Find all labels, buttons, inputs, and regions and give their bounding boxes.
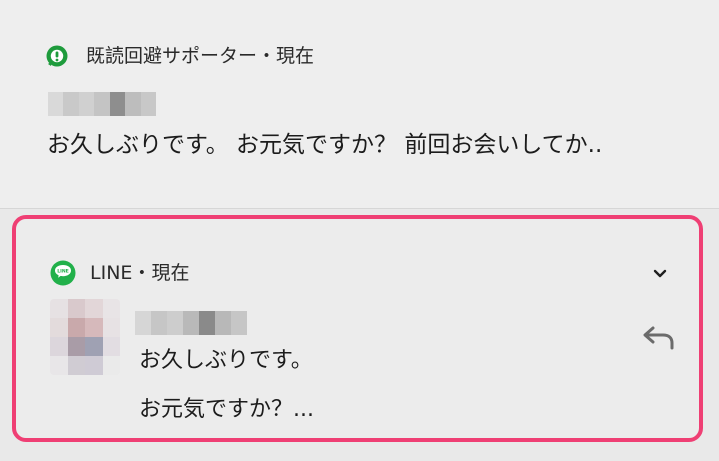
app-name: LINE: [90, 262, 133, 284]
timestamp: 現在: [276, 45, 315, 67]
reply-icon[interactable]: [641, 322, 677, 352]
notification-kidoku-support[interactable]: 既読回避サポーター・現在 お久しぶりです。 お元気ですか？ 前回お会いしてか..: [0, 0, 719, 209]
header-separator: ・: [257, 45, 277, 67]
svg-text:LINE: LINE: [57, 269, 69, 275]
message-line-1: お久しぶりです。: [139, 348, 313, 373]
notification-header: LINE・現在: [90, 260, 189, 286]
blurred-sender-name: [48, 92, 156, 116]
app-name: 既読回避サポーター: [86, 45, 258, 67]
blurred-sender-name: [135, 311, 247, 335]
chevron-down-icon[interactable]: [649, 263, 671, 285]
notification-message: お久しぶりです。 お元気ですか？ 前回お会いしてか..: [47, 132, 603, 158]
notification-header: 既読回避サポーター・現在: [86, 43, 314, 69]
notification-line[interactable]: LINE LINE・現在 お久しぶりです。 お元気ですか？...: [12, 215, 703, 442]
timestamp: 現在: [151, 262, 190, 284]
header-separator: ・: [132, 262, 152, 284]
line-app-icon: LINE: [50, 260, 76, 286]
blurred-avatar: [50, 299, 120, 375]
message-line-2: お元気ですか？...: [139, 397, 314, 422]
kidoku-support-app-icon: [46, 45, 68, 67]
